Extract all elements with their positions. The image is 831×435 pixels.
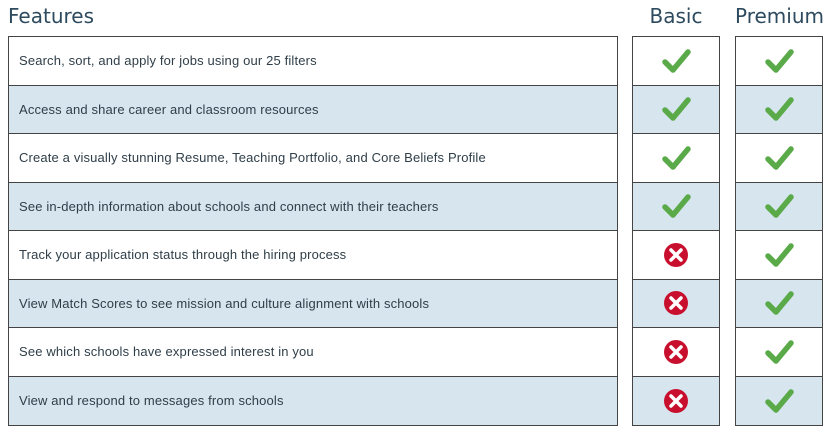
check-icon — [765, 340, 794, 364]
check-icon — [765, 389, 794, 413]
feature-row: See which schools have expressed interes… — [9, 328, 617, 377]
check-icon — [765, 243, 794, 267]
feature-label: View and respond to messages from school… — [19, 393, 284, 409]
features-header: Features — [8, 4, 94, 28]
cross-icon — [664, 388, 688, 413]
premium-plan-header: Premium — [735, 4, 824, 28]
feature-row: View Match Scores to see mission and cul… — [9, 279, 617, 328]
feature-row: Access and share career and classroom re… — [9, 85, 617, 134]
check-icon — [662, 97, 691, 121]
check-icon — [765, 146, 794, 170]
feature-row: Search, sort, and apply for jobs using o… — [9, 37, 617, 86]
check-icon — [765, 49, 794, 73]
feature-row: See in-depth information about schools a… — [9, 182, 617, 231]
check-icon — [765, 194, 794, 218]
feature-label: Access and share career and classroom re… — [19, 101, 319, 117]
feature-label: Track your application status through th… — [19, 247, 347, 263]
premium-cell — [736, 231, 822, 280]
check-icon — [765, 97, 794, 121]
basic-cell — [633, 376, 719, 425]
features-column: Search, sort, and apply for jobs using o… — [8, 36, 618, 426]
premium-cell — [736, 376, 822, 425]
premium-cell — [736, 37, 822, 86]
premium-cell — [736, 328, 822, 377]
premium-cell — [736, 182, 822, 231]
check-icon — [662, 146, 691, 170]
premium-cell — [736, 134, 822, 183]
feature-label: See in-depth information about schools a… — [19, 198, 439, 214]
check-icon — [765, 291, 794, 315]
feature-row: Track your application status through th… — [9, 231, 617, 280]
check-icon — [662, 194, 691, 218]
cross-icon — [664, 339, 688, 364]
basic-cell — [633, 328, 719, 377]
basic-cell — [633, 37, 719, 86]
cross-icon — [664, 291, 688, 316]
basic-cell — [633, 231, 719, 280]
basic-column — [632, 36, 720, 426]
feature-row: Create a visually stunning Resume, Teach… — [9, 134, 617, 183]
basic-cell — [633, 279, 719, 328]
premium-column — [735, 36, 823, 426]
premium-cell — [736, 85, 822, 134]
basic-cell — [633, 85, 719, 134]
check-icon — [662, 49, 691, 73]
cross-icon — [664, 242, 688, 267]
premium-cell — [736, 279, 822, 328]
basic-cell — [633, 182, 719, 231]
feature-label: See which schools have expressed interes… — [19, 344, 314, 360]
feature-label: Search, sort, and apply for jobs using o… — [19, 53, 317, 69]
feature-label: View Match Scores to see mission and cul… — [19, 295, 430, 311]
feature-label: Create a visually stunning Resume, Teach… — [19, 150, 486, 166]
feature-row: View and respond to messages from school… — [9, 376, 617, 425]
basic-cell — [633, 134, 719, 183]
basic-plan-header: Basic — [649, 4, 703, 28]
